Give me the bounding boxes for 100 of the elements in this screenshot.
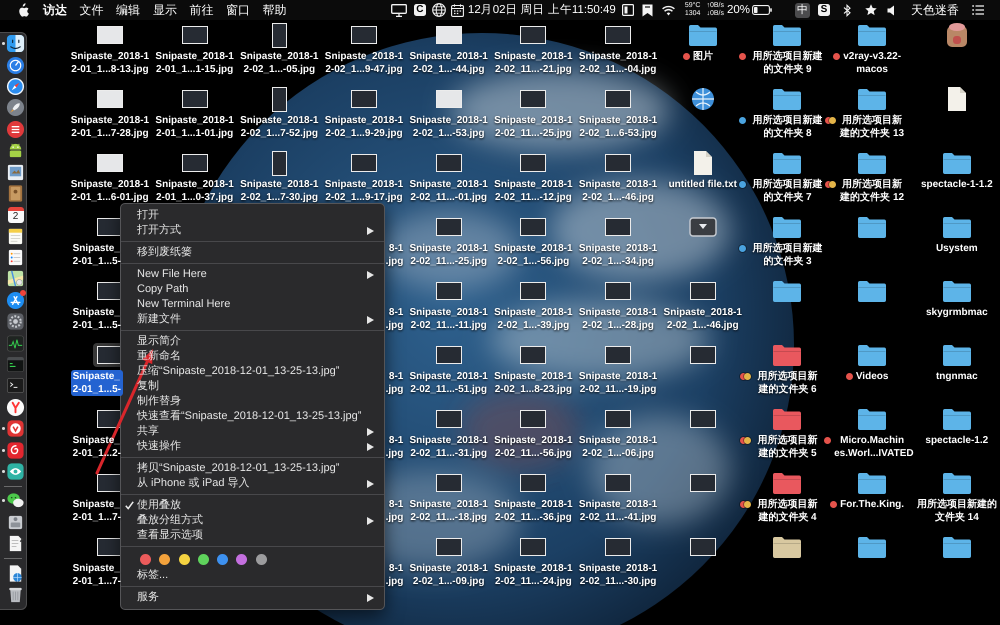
- folder-icon[interactable]: [857, 343, 888, 367]
- image-thumbnail[interactable]: [436, 154, 462, 172]
- menu-title[interactable]: 帮助: [262, 1, 287, 19]
- battery-percent[interactable]: 20%: [726, 1, 750, 19]
- face-icon[interactable]: [6, 34, 25, 54]
- image-thumbnail[interactable]: [182, 154, 208, 172]
- menu-item[interactable]: 复制: [121, 379, 384, 394]
- tag-color-icon[interactable]: [256, 554, 267, 564]
- dial-icon[interactable]: [6, 56, 25, 75]
- photo-icon[interactable]: [6, 162, 25, 182]
- folder-icon[interactable]: [857, 535, 888, 559]
- tray-button[interactable]: C: [414, 4, 426, 16]
- image-thumbnail[interactable]: [436, 282, 462, 300]
- image-thumbnail[interactable]: [520, 282, 546, 300]
- image-thumbnail[interactable]: [605, 410, 632, 428]
- folder-icon[interactable]: [942, 343, 972, 367]
- image-thumbnail[interactable]: [520, 218, 546, 236]
- image-thumbnail[interactable]: [690, 538, 716, 556]
- image-thumbnail[interactable]: [96, 218, 123, 236]
- image-thumbnail[interactable]: [520, 410, 546, 428]
- folder-icon[interactable]: [857, 279, 888, 303]
- image-thumbnail[interactable]: [520, 90, 546, 108]
- console-icon[interactable]: [6, 355, 25, 374]
- map-icon[interactable]: [6, 269, 25, 288]
- folder-icon[interactable]: [942, 535, 972, 559]
- image-thumbnail[interactable]: [351, 90, 377, 108]
- image-thumbnail[interactable]: [436, 90, 462, 108]
- menu-item[interactable]: 使用叠放: [121, 498, 384, 513]
- folder-icon[interactable]: [857, 87, 888, 111]
- window-icon[interactable]: [622, 4, 634, 16]
- image-thumbnail[interactable]: [690, 474, 716, 492]
- folder-icon[interactable]: [772, 279, 802, 303]
- globe-icon[interactable]: [432, 3, 446, 17]
- menu-item[interactable]: 从 iPhone 或 iPad 导入: [121, 476, 384, 491]
- document-icon[interactable]: [946, 86, 967, 112]
- chart-icon[interactable]: [6, 334, 25, 353]
- image-thumbnail[interactable]: [605, 26, 632, 44]
- folder-icon[interactable]: [772, 151, 802, 175]
- image-thumbnail[interactable]: [96, 26, 123, 44]
- tag-color-icon[interactable]: [140, 554, 151, 564]
- menu-item[interactable]: 查看显示选项: [121, 528, 384, 543]
- folder-icon[interactable]: [772, 535, 802, 559]
- tag-color-icon[interactable]: [178, 554, 190, 564]
- image-thumbnail[interactable]: [520, 538, 546, 556]
- menu-item[interactable]: 制作替身: [121, 394, 384, 409]
- menu-title[interactable]: 显示: [152, 1, 177, 19]
- image-thumbnail[interactable]: [605, 154, 632, 172]
- image-thumbnail[interactable]: [96, 474, 123, 492]
- menu-item[interactable]: New Terminal Here: [121, 297, 384, 312]
- menu-item[interactable]: 新建文件: [121, 312, 384, 327]
- terminal-icon[interactable]: [6, 376, 25, 396]
- stripes-icon[interactable]: [6, 120, 25, 139]
- image-thumbnail[interactable]: [520, 154, 546, 172]
- image-thumbnail[interactable]: [605, 538, 632, 556]
- checklist-icon[interactable]: [6, 248, 25, 268]
- folder-icon[interactable]: [942, 471, 972, 495]
- calendar-icon[interactable]: 2: [8, 206, 24, 223]
- menu-item[interactable]: 打开方式: [121, 223, 384, 238]
- folder-icon[interactable]: [772, 407, 802, 431]
- image-thumbnail[interactable]: [436, 410, 462, 428]
- folder-icon[interactable]: [942, 151, 972, 175]
- folder-icon[interactable]: [772, 23, 802, 47]
- image-thumbnail[interactable]: [605, 218, 632, 236]
- tray-button[interactable]: S: [818, 4, 830, 16]
- image-thumbnail[interactable]: [96, 154, 123, 172]
- image-thumbnail[interactable]: [520, 474, 546, 492]
- folder-icon[interactable]: [772, 215, 802, 239]
- eye-icon[interactable]: [6, 462, 25, 481]
- fork-logo-icon[interactable]: [6, 398, 25, 417]
- rocket-icon[interactable]: [6, 98, 25, 118]
- image-thumbnail[interactable]: [272, 86, 287, 112]
- folder-icon[interactable]: [942, 279, 972, 303]
- menu-title[interactable]: 窗口: [226, 1, 250, 19]
- folder-icon[interactable]: [942, 407, 972, 431]
- volume-icon[interactable]: [887, 4, 897, 16]
- bluetooth-icon[interactable]: [843, 4, 851, 16]
- image-thumbnail[interactable]: [272, 150, 287, 176]
- star-icon[interactable]: [865, 4, 877, 16]
- wifi-icon[interactable]: [660, 4, 676, 16]
- bookmark-icon[interactable]: [642, 4, 653, 16]
- menu-title[interactable]: 文件: [80, 1, 104, 19]
- image-thumbnail[interactable]: [182, 26, 208, 44]
- image-thumbnail[interactable]: [436, 474, 462, 492]
- image-thumbnail[interactable]: [605, 90, 632, 108]
- folder-icon[interactable]: [688, 23, 718, 47]
- document-icon[interactable]: [692, 150, 713, 176]
- battery-icon[interactable]: [752, 5, 772, 15]
- user-name[interactable]: 天色迷香: [911, 1, 959, 19]
- image-thumbnail[interactable]: [690, 346, 716, 364]
- image-thumbnail[interactable]: [96, 90, 123, 108]
- menu-item[interactable]: 标签...: [121, 568, 384, 583]
- image-thumbnail[interactable]: [605, 474, 632, 492]
- notepad-icon[interactable]: [6, 226, 25, 246]
- image-thumbnail[interactable]: [436, 218, 462, 236]
- folder-icon[interactable]: [857, 151, 888, 175]
- swirl-logo-icon[interactable]: [6, 440, 25, 460]
- menu-item[interactable]: 拷贝“Snipaste_2018-12-01_13-25-13.jpg”: [121, 461, 384, 476]
- tag-color-icon[interactable]: [217, 554, 228, 564]
- image-thumbnail[interactable]: [182, 90, 208, 108]
- folder-icon[interactable]: [857, 23, 888, 47]
